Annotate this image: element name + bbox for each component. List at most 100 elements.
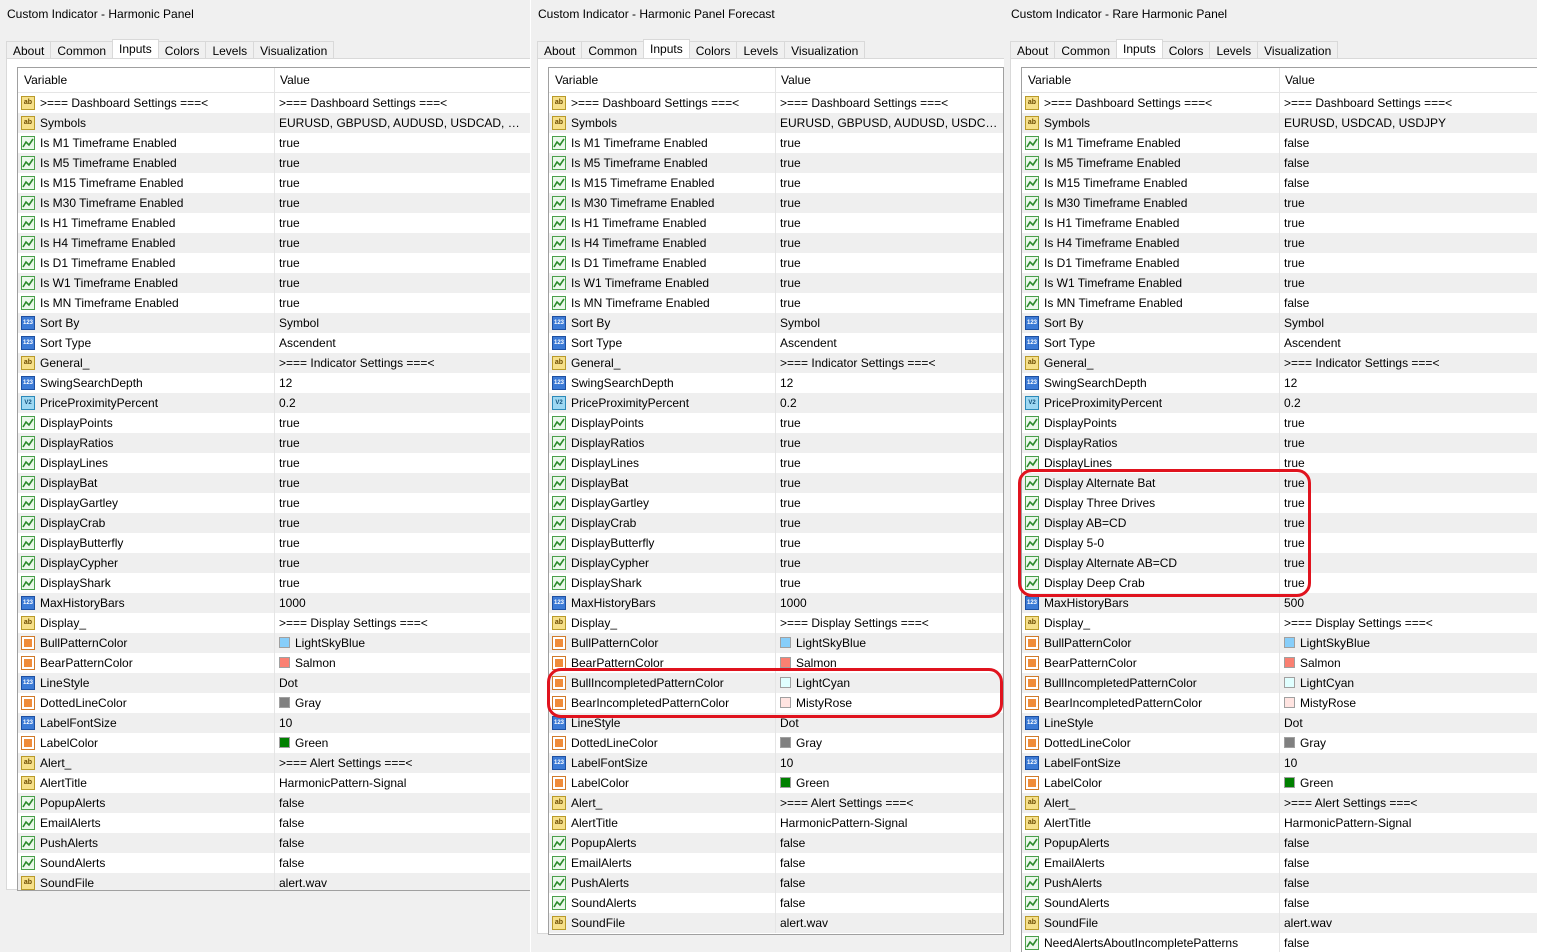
input-row[interactable]: DisplayBat true [549, 473, 1003, 493]
value-cell[interactable]: true [775, 433, 1003, 453]
input-row[interactable]: 123 MaxHistoryBars 1000 [549, 593, 1003, 613]
value-cell[interactable]: LightCyan [775, 673, 1003, 693]
input-row[interactable]: 123 Sort By Symbol [1022, 313, 1537, 333]
value-cell[interactable]: true [1279, 213, 1537, 233]
input-row[interactable]: BearPatternColor Salmon [18, 653, 530, 673]
input-row[interactable]: Display 5-0 true [1022, 533, 1537, 553]
value-cell[interactable]: 12 [274, 373, 530, 393]
value-cell[interactable]: HarmonicPattern-Signal [1279, 813, 1537, 833]
value-cell[interactable]: true [1279, 273, 1537, 293]
value-cell[interactable]: Gray [274, 693, 530, 713]
value-cell[interactable]: false [1279, 293, 1537, 313]
input-row[interactable]: 123 MaxHistoryBars 1000 [18, 593, 530, 613]
value-cell[interactable]: false [1279, 873, 1537, 893]
input-row[interactable]: ab AlertTitle HarmonicPattern-Signal [549, 813, 1003, 833]
header-separator[interactable] [775, 68, 776, 92]
input-row[interactable]: ab Symbols EURUSD, GBPUSD, AUDUSD, USDCAD,… [18, 113, 530, 133]
input-row[interactable]: 123 Sort Type Ascendent [1022, 333, 1537, 353]
value-cell[interactable]: MistyRose [775, 693, 1003, 713]
input-row[interactable]: BearIncompletedPatternColor MistyRose [549, 693, 1003, 713]
input-row[interactable]: BullPatternColor LightSkyBlue [549, 633, 1003, 653]
value-cell[interactable]: true [274, 133, 530, 153]
value-cell[interactable]: true [775, 493, 1003, 513]
input-row[interactable]: DisplayRatios true [18, 433, 530, 453]
value-cell[interactable]: 0.2 [1279, 393, 1537, 413]
input-row[interactable]: ab Alert_ >=== Alert Settings ===< [549, 793, 1003, 813]
input-row[interactable]: Is M30 Timeframe Enabled true [1022, 193, 1537, 213]
value-cell[interactable]: Salmon [1279, 653, 1537, 673]
value-cell[interactable]: >=== Display Settings ===< [775, 613, 1003, 633]
value-cell[interactable]: 10 [274, 713, 530, 733]
value-cell[interactable]: HarmonicPattern-Signal [274, 773, 530, 793]
value-cell[interactable]: true [1279, 233, 1537, 253]
value-cell[interactable]: Symbol [1279, 313, 1537, 333]
value-cell[interactable]: 10 [775, 753, 1003, 773]
value-cell[interactable]: LightSkyBlue [274, 633, 530, 653]
input-row[interactable]: BearIncompletedPatternColor MistyRose [1022, 693, 1537, 713]
value-cell[interactable]: LightSkyBlue [1279, 633, 1537, 653]
value-cell[interactable]: Symbol [775, 313, 1003, 333]
input-row[interactable]: SoundAlerts false [18, 853, 530, 873]
input-row[interactable]: Is MN Timeframe Enabled true [18, 293, 530, 313]
input-row[interactable]: DottedLineColor Gray [549, 733, 1003, 753]
value-cell[interactable]: Ascendent [775, 333, 1003, 353]
value-cell[interactable]: true [274, 553, 530, 573]
input-row[interactable]: DisplayGartley true [549, 493, 1003, 513]
input-row[interactable]: Is MN Timeframe Enabled false [1022, 293, 1537, 313]
value-cell[interactable]: false [1279, 833, 1537, 853]
value-cell[interactable]: false [274, 853, 530, 873]
value-cell[interactable]: false [274, 833, 530, 853]
input-row[interactable]: BullPatternColor LightSkyBlue [18, 633, 530, 653]
input-row[interactable]: 123 LineStyle Dot [549, 713, 1003, 733]
value-cell[interactable]: false [1279, 153, 1537, 173]
value-cell[interactable]: alert.wav [1279, 913, 1537, 933]
input-row[interactable]: Is W1 Timeframe Enabled true [18, 273, 530, 293]
value-cell[interactable]: true [1279, 433, 1537, 453]
input-row[interactable]: ab General_ >=== Indicator Settings ===< [18, 353, 530, 373]
input-row[interactable]: EmailAlerts false [549, 853, 1003, 873]
value-cell[interactable]: true [775, 133, 1003, 153]
value-cell[interactable]: 12 [775, 373, 1003, 393]
value-cell[interactable]: true [274, 453, 530, 473]
value-cell[interactable]: true [1279, 453, 1537, 473]
input-row[interactable]: DisplayCypher true [18, 553, 530, 573]
value-cell[interactable]: false [775, 833, 1003, 853]
value-cell[interactable]: true [274, 413, 530, 433]
input-row[interactable]: EmailAlerts false [1022, 853, 1537, 873]
value-cell[interactable]: false [274, 793, 530, 813]
input-row[interactable]: PushAlerts false [18, 833, 530, 853]
value-cell[interactable]: true [775, 573, 1003, 593]
input-row[interactable]: PushAlerts false [1022, 873, 1537, 893]
input-row[interactable]: Is M1 Timeframe Enabled true [18, 133, 530, 153]
value-cell[interactable]: true [274, 473, 530, 493]
value-cell[interactable]: HarmonicPattern-Signal [775, 813, 1003, 833]
input-row[interactable]: Display Alternate AB=CD true [1022, 553, 1537, 573]
value-cell[interactable]: alert.wav [775, 913, 1003, 933]
value-cell[interactable]: true [775, 153, 1003, 173]
input-row[interactable]: BearPatternColor Salmon [1022, 653, 1537, 673]
input-row[interactable]: ab AlertTitle HarmonicPattern-Signal [1022, 813, 1537, 833]
input-row[interactable]: Is D1 Timeframe Enabled true [549, 253, 1003, 273]
input-row[interactable]: ab Display_ >=== Display Settings ===< [1022, 613, 1537, 633]
value-cell[interactable]: true [1279, 513, 1537, 533]
input-row[interactable]: DisplayCrab true [549, 513, 1003, 533]
input-row[interactable]: ab SoundFile alert.wav [1022, 913, 1537, 933]
value-cell[interactable]: 1000 [775, 593, 1003, 613]
value-cell[interactable]: >=== Dashboard Settings ===< [1279, 93, 1537, 113]
input-row[interactable]: V2 PriceProximityPercent 0.2 [18, 393, 530, 413]
input-row[interactable]: 123 MaxHistoryBars 500 [1022, 593, 1537, 613]
input-row[interactable]: Is H4 Timeframe Enabled true [549, 233, 1003, 253]
input-row[interactable]: Is M1 Timeframe Enabled true [549, 133, 1003, 153]
value-cell[interactable]: true [1279, 193, 1537, 213]
value-cell[interactable]: Dot [1279, 713, 1537, 733]
value-cell[interactable]: true [274, 513, 530, 533]
value-cell[interactable]: Green [775, 773, 1003, 793]
input-row[interactable]: 123 Sort By Symbol [549, 313, 1003, 333]
input-row[interactable]: DisplayButterfly true [18, 533, 530, 553]
input-row[interactable]: Is M15 Timeframe Enabled false [1022, 173, 1537, 193]
input-row[interactable]: V2 PriceProximityPercent 0.2 [549, 393, 1003, 413]
value-cell[interactable]: true [775, 193, 1003, 213]
input-row[interactable]: DisplayLines true [1022, 453, 1537, 473]
input-row[interactable]: BullIncompletedPatternColor LightCyan [1022, 673, 1537, 693]
value-cell[interactable]: true [274, 193, 530, 213]
